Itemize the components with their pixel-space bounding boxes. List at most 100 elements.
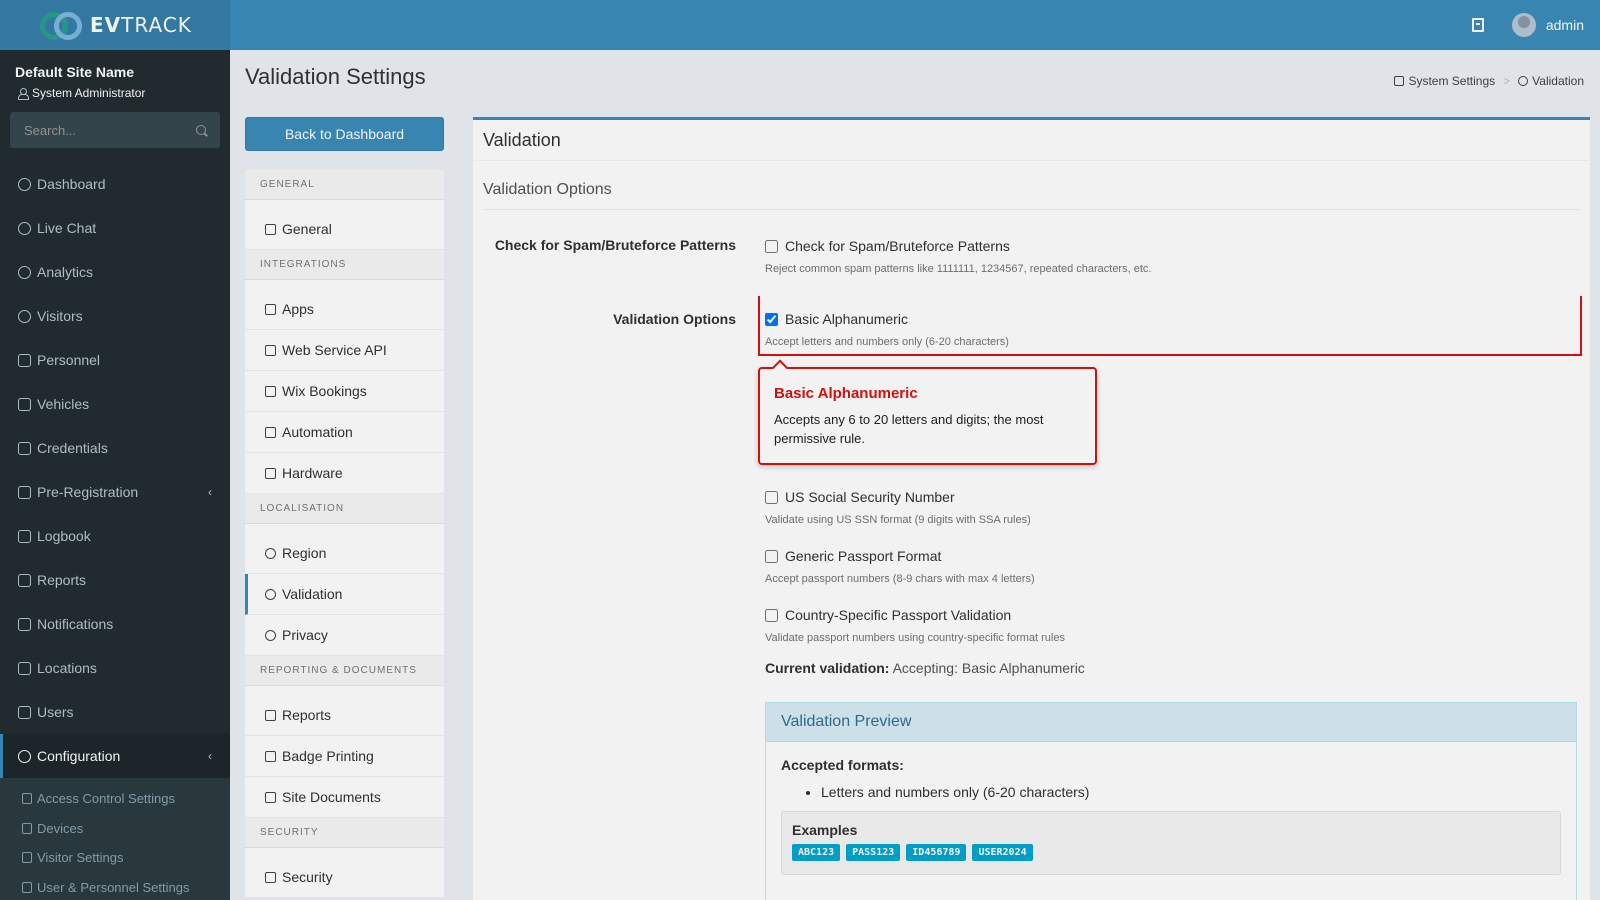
sidebar-item-dashboard[interactable]: Dashboard [0, 162, 230, 206]
us-ssn-checkbox[interactable] [765, 490, 778, 504]
menu-item-validation[interactable]: Validation [245, 574, 444, 615]
menu-item-general[interactable]: General [245, 209, 444, 250]
gauge-icon [18, 177, 31, 191]
search-icon[interactable] [196, 125, 206, 135]
option-generic-passport[interactable]: Generic Passport Format [765, 548, 941, 564]
us-ssn-help: Validate using US SSN format (9 digits w… [765, 514, 1031, 526]
eye-icon [18, 309, 31, 323]
eye-icon [22, 852, 32, 864]
example-tag: ABC123 [792, 844, 841, 861]
tooltip-callout: Basic Alphanumeric Accepts any 6 to 20 l… [758, 359, 1097, 465]
sidebar-search [10, 112, 220, 148]
check-circle-icon [265, 588, 276, 600]
back-to-dashboard-button[interactable]: Back to Dashboard [245, 117, 444, 151]
logo-text: EVTRACK [90, 13, 192, 37]
globe-icon [265, 547, 276, 559]
basic-alphanumeric-checkbox[interactable] [765, 312, 778, 326]
sidebar-item-analytics[interactable]: Analytics [0, 250, 230, 294]
chevron-left-icon: ‹ [208, 485, 212, 499]
accepted-formats-list: Letters and numbers only (6-20 character… [821, 784, 1561, 800]
breadcrumb-separator: > [1503, 74, 1511, 88]
subnav-item-user-personnel-settings[interactable]: User & Personnel Settings [0, 873, 230, 900]
calendar-icon [265, 385, 276, 397]
chat-icon [18, 617, 31, 631]
subnav-item-devices[interactable]: Devices [0, 814, 230, 844]
subnav-item-visitor-settings[interactable]: Visitor Settings [0, 843, 230, 873]
sidebar-item-vehicles[interactable]: Vehicles [0, 382, 230, 426]
sidebar-item-locations[interactable]: Locations [0, 646, 230, 690]
sidebar-item-live-chat[interactable]: Live Chat [0, 206, 230, 250]
options-row-label: Validation Options [613, 311, 736, 327]
sidebar-item-personnel[interactable]: Personnel [0, 338, 230, 382]
spam-checkbox[interactable] [765, 239, 778, 253]
menu-item-region[interactable]: Region [245, 533, 444, 574]
logo-mark-icon [40, 10, 84, 40]
menu-item-hardware[interactable]: Hardware [245, 453, 444, 494]
user-icon [18, 88, 29, 100]
sidebar-nav: Dashboard Live Chat Analytics Visitors P… [0, 162, 230, 900]
menu-item-privacy[interactable]: Privacy [245, 615, 444, 656]
breadcrumb-system-settings[interactable]: System Settings [1394, 74, 1495, 88]
bar-chart-icon [265, 709, 276, 721]
bolt-icon [265, 426, 276, 438]
country-passport-help: Validate passport numbers using country-… [765, 632, 1065, 644]
users-icon [22, 881, 32, 893]
sidebar-item-notifications[interactable]: Notifications [0, 602, 230, 646]
menu-item-security[interactable]: Security [245, 857, 444, 898]
breadcrumb-validation: Validation [1518, 74, 1584, 88]
option-us-ssn[interactable]: US Social Security Number [765, 489, 955, 505]
example-tag: PASS123 [846, 844, 901, 861]
brand-logo[interactable]: EVTRACK [0, 0, 230, 50]
target-icon [18, 265, 31, 279]
top-navbar: EVTRACK admin [0, 0, 1600, 50]
sidebar-search-input[interactable] [24, 122, 174, 138]
menu-item-site-documents[interactable]: Site Documents [245, 777, 444, 818]
option-country-passport[interactable]: Country-Specific Passport Validation [765, 607, 1011, 623]
menu-section-integrations: INTEGRATIONS [245, 250, 444, 280]
country-passport-checkbox[interactable] [765, 608, 778, 622]
spam-check[interactable]: Check for Spam/Bruteforce Patterns [765, 238, 1010, 254]
car-icon [18, 397, 31, 411]
option-basic-alphanumeric[interactable]: Basic Alphanumeric [765, 311, 908, 327]
username: admin [1545, 17, 1584, 33]
user-menu[interactable]: admin [1511, 13, 1584, 37]
book-icon [18, 529, 31, 543]
preview-title: Validation Preview [766, 703, 1576, 742]
user-role: System Administrator [0, 80, 230, 100]
accepted-formats-label: Accepted formats: [781, 757, 904, 773]
menu-item-web-service-api[interactable]: Web Service API [245, 330, 444, 371]
sidebar-item-visitors[interactable]: Visitors [0, 294, 230, 338]
sidebar: Default Site Name System Administrator D… [0, 50, 230, 900]
chart-icon [18, 573, 31, 587]
menu-item-wix-bookings[interactable]: Wix Bookings [245, 371, 444, 412]
generic-passport-checkbox[interactable] [765, 549, 778, 563]
chevron-left-icon: ‹ [208, 749, 212, 763]
panel-title: Validation [473, 120, 1590, 161]
sidebar-item-pre-registration[interactable]: Pre-Registration ‹ [0, 470, 230, 514]
generic-passport-help: Accept passport numbers (8-9 chars with … [765, 573, 1035, 585]
section-heading: Validation Options [483, 171, 1580, 210]
menu-section-localisation: LOCALISATION [245, 494, 444, 524]
sidebar-item-users[interactable]: Users [0, 690, 230, 734]
examples-title: Examples [792, 822, 858, 838]
sliders-icon [1394, 76, 1405, 86]
menu-item-reports[interactable]: Reports [245, 695, 444, 736]
sidebar-item-reports[interactable]: Reports [0, 558, 230, 602]
example-tag: USER2024 [972, 844, 1033, 861]
example-tag: ID456789 [906, 844, 967, 861]
site-name: Default Site Name [15, 64, 135, 80]
spam-row-label: Check for Spam/Bruteforce Patterns [494, 237, 736, 253]
menu-item-apps[interactable]: Apps [245, 289, 444, 330]
document-icon [265, 791, 276, 803]
subnav-item-access-control-settings[interactable]: Access Control Settings [0, 784, 230, 814]
settings-menu: GENERAL General INTEGRATIONS Apps Web Se… [245, 170, 444, 898]
building-icon[interactable] [1471, 18, 1484, 32]
callout-body: Accepts any 6 to 20 letters and digits; … [774, 412, 1044, 446]
sidebar-item-credentials[interactable]: Credentials [0, 426, 230, 470]
check-circle-icon [1518, 76, 1529, 86]
menu-section-reporting: REPORTING & DOCUMENTS [245, 656, 444, 686]
sidebar-item-configuration[interactable]: Configuration ‹ [0, 734, 230, 778]
menu-item-automation[interactable]: Automation [245, 412, 444, 453]
menu-item-badge-printing[interactable]: Badge Printing [245, 736, 444, 777]
sidebar-item-logbook[interactable]: Logbook [0, 514, 230, 558]
